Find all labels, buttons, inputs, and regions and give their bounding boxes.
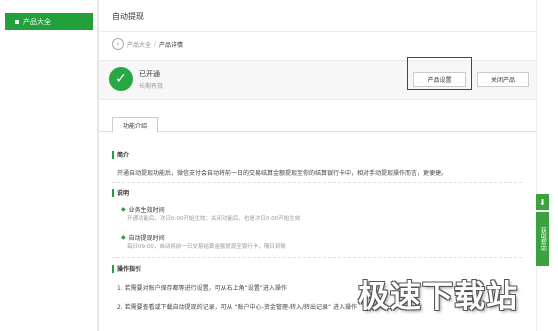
diamond-icon: ◆ — [121, 206, 126, 213]
note-item-title: 自动提现时间 — [128, 235, 165, 242]
intro-text: 开通自动提现功能后，微信支付会自动将前一日的交易结算金额提现至你的结算银行卡中，… — [117, 170, 448, 177]
section-guide-heading: 操作指引 — [112, 264, 141, 273]
watermark: 极速下载站 — [358, 279, 518, 315]
section-guide-title: 操作指引 — [117, 266, 142, 273]
breadcrumb-parent[interactable]: 产品大全 — [127, 40, 151, 49]
divider — [112, 257, 522, 258]
back-icon[interactable]: ‹ — [112, 38, 124, 50]
note-item: ◆ 业务生效时间 — [121, 205, 165, 214]
divider — [99, 31, 537, 32]
section-intro-title: 简介 — [117, 152, 130, 159]
sidebar-item-label: 产品大全 — [23, 17, 51, 26]
menu-marker-icon — [15, 19, 19, 24]
note-item: ◆ 自动提现时间 — [121, 233, 165, 242]
breadcrumb: ‹ 产品大全 / 产品详情 — [112, 38, 183, 50]
section-notes-title: 说明 — [117, 190, 130, 197]
guide-step: 1. 若需要对账户保存都等进行设置，可从右上角“设置”进入操作 — [117, 285, 287, 292]
status-title: 已开通 — [139, 70, 160, 78]
diamond-icon: ◆ — [121, 234, 126, 241]
note-item-desc: 每日09:00，自动将前一日交易结算金额提现至银行卡，隔日到账 — [127, 244, 286, 250]
section-marker — [112, 188, 114, 197]
section-marker — [112, 150, 114, 159]
get-help-label: 获取帮助 — [539, 227, 547, 251]
breadcrumb-separator: / — [154, 40, 157, 48]
divider — [112, 182, 522, 183]
get-help-button[interactable]: 获取帮助 — [536, 212, 549, 266]
section-marker — [112, 264, 114, 273]
highlight-box — [407, 57, 472, 90]
page-title: 自动提现 — [112, 12, 144, 21]
section-notes-heading: 说明 — [112, 188, 129, 197]
section-intro-heading: 简介 — [112, 150, 129, 159]
checkmark-icon: ✓ — [109, 67, 133, 91]
note-item-title: 业务生效时间 — [128, 207, 165, 214]
tab-intro[interactable]: 功能介绍 — [112, 117, 158, 133]
note-item-desc: 开通功能后，次日0:00开始生效；关闭功能后，也是次日0:00开始生效 — [127, 216, 301, 222]
guide-step: 2. 若需要查看或下载自动提现的记录，可从 “账户中心-资金管理-转入/转出记录… — [117, 304, 358, 311]
close-product-button[interactable]: 关闭产品 — [477, 72, 529, 87]
right-rail — [536, 0, 558, 331]
breadcrumb-current: 产品详情 — [159, 41, 184, 49]
sidebar: 产品大全 — [0, 0, 98, 331]
status-subtitle: 长期有效 — [139, 83, 164, 90]
sidebar-item-products[interactable]: 产品大全 — [5, 13, 93, 30]
download-icon[interactable]: ⬇ — [536, 194, 549, 210]
tab-underline — [99, 131, 537, 132]
